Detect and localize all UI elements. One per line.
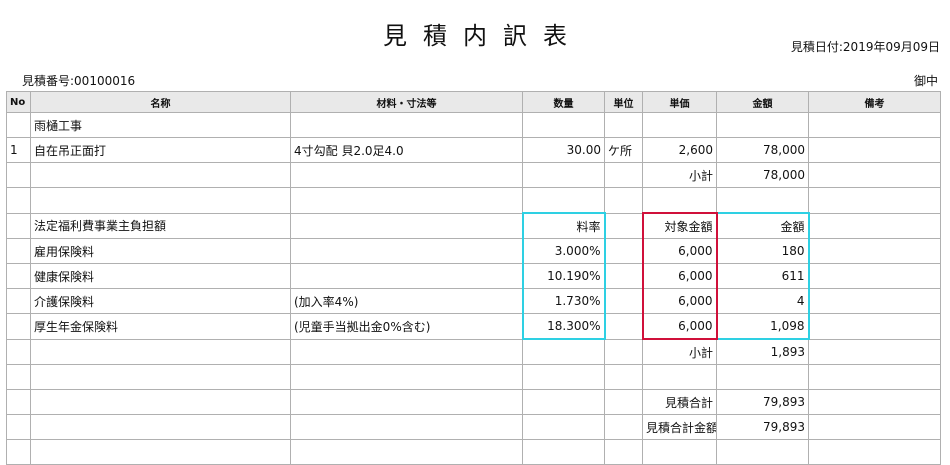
section-title: 雨樋工事 bbox=[30, 112, 291, 138]
item-spec: 4寸勾配 貝2.0足4.0 bbox=[290, 137, 523, 163]
table-row bbox=[6, 364, 941, 390]
welfare-amount: 611 bbox=[715, 263, 810, 289]
grand-total-label: 見積合計金額 bbox=[642, 414, 717, 440]
table-header-row: No 名称 材料・寸法等 数量 単位 単価 金額 備考 bbox=[6, 91, 941, 113]
welfare-target: 6,000 bbox=[641, 263, 718, 289]
rate-header: 料率 bbox=[521, 212, 606, 239]
welfare-name: 健康保険料 bbox=[30, 263, 291, 289]
item-qty: 30.00 bbox=[522, 137, 605, 163]
table-row bbox=[6, 439, 941, 465]
table-row: 法定福利費事業主負担額 料率 対象金額 金額 bbox=[6, 212, 941, 239]
welfare-amount: 180 bbox=[715, 238, 810, 264]
welfare-rate: 18.300% bbox=[521, 313, 606, 340]
welfare-title: 法定福利費事業主負担額 bbox=[30, 212, 291, 239]
table-row: 小計 78,000 bbox=[6, 162, 941, 188]
welfare-spec bbox=[290, 238, 523, 264]
subtotal-amount: 1,893 bbox=[716, 338, 809, 365]
welfare-amount: 4 bbox=[715, 288, 810, 314]
welfare-rate: 3.000% bbox=[521, 238, 606, 264]
item-unit: ケ所 bbox=[604, 137, 643, 163]
total-amount: 79,893 bbox=[716, 389, 809, 415]
welfare-target: 6,000 bbox=[641, 313, 718, 340]
welfare-name: 厚生年金保険料 bbox=[30, 313, 291, 340]
grand-total-amount: 79,893 bbox=[716, 414, 809, 440]
col-header-no: No bbox=[6, 91, 31, 113]
welfare-rate: 10.190% bbox=[521, 263, 606, 289]
col-header-price: 単価 bbox=[642, 91, 717, 113]
col-header-note: 備考 bbox=[808, 91, 941, 113]
table-row: 1 自在吊正面打 4寸勾配 貝2.0足4.0 30.00 ケ所 2,600 78… bbox=[6, 137, 941, 163]
item-price: 2,600 bbox=[642, 137, 717, 163]
welfare-name: 雇用保険料 bbox=[30, 238, 291, 264]
table-row bbox=[6, 187, 941, 214]
estimate-date: 見積日付:2019年09月09日 bbox=[790, 40, 940, 54]
estimate-number: 見積番号:00100016 bbox=[22, 74, 136, 88]
col-header-spec: 材料・寸法等 bbox=[290, 91, 523, 113]
col-header-name: 名称 bbox=[30, 91, 291, 113]
table-row: 見積合計金額 79,893 bbox=[6, 414, 941, 440]
item-no: 1 bbox=[6, 137, 31, 163]
table-row: 雨樋工事 bbox=[6, 112, 941, 138]
welfare-target: 6,000 bbox=[641, 288, 718, 314]
honorific: 御中 bbox=[913, 74, 938, 88]
col-header-amount: 金額 bbox=[716, 91, 809, 113]
welfare-rate: 1.730% bbox=[521, 288, 606, 314]
total-label: 見積合計 bbox=[642, 389, 717, 415]
target-header: 対象金額 bbox=[641, 212, 718, 239]
table-row: 健康保険料 10.190% 6,000 611 bbox=[6, 263, 941, 289]
table-row: 小計 1,893 bbox=[6, 338, 941, 365]
welfare-amount-header: 金額 bbox=[715, 212, 810, 239]
table-row: 見積合計 79,893 bbox=[6, 389, 941, 415]
table-row: 雇用保険料 3.000% 6,000 180 bbox=[6, 238, 941, 264]
estimate-breakdown-page: 見積内訳表 見積日付:2019年09月09日 見積番号:00100016 御中 … bbox=[0, 0, 950, 465]
col-header-unit: 単位 bbox=[604, 91, 643, 113]
welfare-spec: (加入率4%) bbox=[290, 288, 523, 314]
estimate-table: No 名称 材料・寸法等 数量 単位 単価 金額 備考 雨樋工事 1 自在吊正面… bbox=[6, 91, 941, 465]
welfare-spec: (児童手当拠出金0%含む) bbox=[290, 313, 523, 340]
welfare-name: 介護保険料 bbox=[30, 288, 291, 314]
welfare-amount: 1,098 bbox=[715, 313, 810, 340]
subtotal-label: 小計 bbox=[642, 338, 717, 365]
table-row: 厚生年金保険料 (児童手当拠出金0%含む) 18.300% 6,000 1,09… bbox=[6, 313, 941, 340]
item-amount: 78,000 bbox=[716, 137, 809, 163]
welfare-target: 6,000 bbox=[641, 238, 718, 264]
col-header-qty: 数量 bbox=[522, 91, 605, 113]
table-row: 介護保険料 (加入率4%) 1.730% 6,000 4 bbox=[6, 288, 941, 314]
subtotal-amount: 78,000 bbox=[716, 162, 809, 188]
welfare-spec bbox=[290, 263, 523, 289]
item-name: 自在吊正面打 bbox=[30, 137, 291, 163]
subtotal-label: 小計 bbox=[642, 162, 717, 188]
